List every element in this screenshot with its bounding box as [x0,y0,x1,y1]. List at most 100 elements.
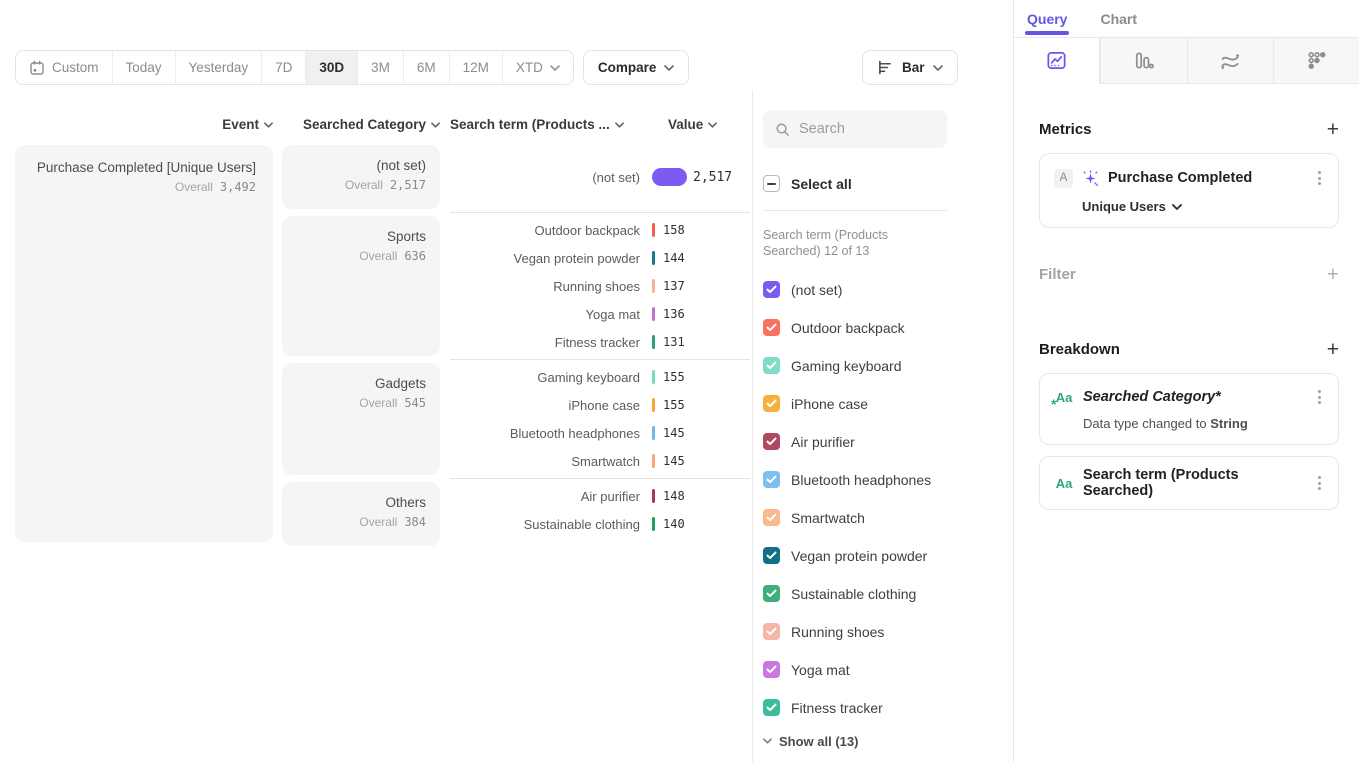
table-row[interactable]: Bluetooth headphones145 [450,419,750,447]
series-checkbox[interactable] [763,585,780,602]
column-header-value[interactable]: Value [668,117,717,132]
series-checkbox[interactable] [763,509,780,526]
series-item[interactable]: Smartwatch [763,499,1013,537]
compare-label: Compare [598,60,657,75]
series-item[interactable]: Air purifier [763,423,1013,461]
table-row[interactable]: Gaming keyboard155 [450,363,750,391]
column-header-label: Search term (Products ... [450,117,610,132]
column-header-event[interactable]: Event [15,117,273,132]
query-sidebar: Query Chart Metrics + A [1013,0,1359,762]
date-range-6m[interactable]: 6M [404,51,450,84]
overall-label: Overall [359,515,397,529]
tab-query[interactable]: Query [1027,0,1067,37]
term-label: Vegan protein powder [450,251,640,266]
date-range-12m[interactable]: 12M [450,51,503,84]
date-range-3m[interactable]: 3M [358,51,404,84]
chevron-down-icon [431,122,440,128]
report-tab-insights[interactable] [1014,38,1100,84]
date-range-30d[interactable]: 30D [306,51,358,84]
series-checkbox[interactable] [763,623,780,640]
select-all-row[interactable]: Select all [763,175,1013,192]
table-row[interactable]: Outdoor backpack158 [450,216,750,244]
table-row[interactable]: Yoga mat136 [450,300,750,328]
metrics-heading: Metrics [1039,121,1092,138]
series-item[interactable]: Fitness tracker [763,689,1013,727]
series-item[interactable]: Outdoor backpack [763,309,1013,347]
category-cell[interactable]: GadgetsOverall545 [282,363,440,475]
column-header-searched-category[interactable]: Searched Category [282,117,440,132]
value-text: 137 [663,279,685,293]
series-searchbox[interactable] [763,110,947,148]
column-header-search-term[interactable]: Search term (Products ... [450,117,640,132]
table-row[interactable]: Fitness tracker131 [450,328,750,356]
series-item[interactable]: Gaming keyboard [763,347,1013,385]
metric-event-name: Purchase Completed [1108,170,1306,186]
series-checkbox[interactable] [763,471,780,488]
table-row[interactable]: (not set)2,517 [450,145,750,209]
category-overall: Overall384 [296,515,426,529]
text-property-icon: Aa [1054,476,1074,491]
add-filter-button[interactable]: + [1327,264,1339,285]
series-item[interactable]: Bluetooth headphones [763,461,1013,499]
series-checkbox[interactable] [763,661,780,678]
series-item[interactable]: Sustainable clothing [763,575,1013,613]
kebab-menu-icon[interactable] [1315,168,1324,188]
overall-value: 636 [404,249,426,263]
series-item[interactable]: iPhone case [763,385,1013,423]
series-checkbox[interactable] [763,433,780,450]
chevron-down-icon [933,65,943,71]
show-all-toggle[interactable]: Show all (13) [763,734,1013,749]
chart-type-button[interactable]: Bar [862,50,958,85]
series-checkbox[interactable] [763,547,780,564]
category-cell[interactable]: (not set)Overall2,517 [282,145,440,209]
date-range-xtd[interactable]: XTD [503,51,573,84]
table-row[interactable]: Air purifier148 [450,482,750,510]
kebab-menu-icon[interactable] [1315,387,1324,407]
table-row[interactable]: Smartwatch145 [450,447,750,475]
breakdown-card-search-term[interactable]: Aa Search term (Products Searched) [1039,456,1339,510]
series-item[interactable]: Yoga mat [763,651,1013,689]
metric-card[interactable]: A Purchase Completed Uni [1039,153,1339,228]
series-label: iPhone case [791,396,868,412]
report-tab-flows[interactable] [1187,38,1273,83]
add-breakdown-button[interactable]: + [1327,339,1339,360]
kebab-menu-icon[interactable] [1315,473,1324,493]
series-checkbox[interactable] [763,357,780,374]
report-tab-funnels[interactable] [1100,38,1186,83]
category-cell[interactable]: SportsOverall636 [282,216,440,356]
metric-measure-dropdown[interactable]: Unique Users [1082,199,1324,214]
series-checkbox[interactable] [763,699,780,716]
term-label: iPhone case [450,398,640,413]
table-row[interactable]: Vegan protein powder144 [450,244,750,272]
compare-button[interactable]: Compare [583,50,690,85]
date-range-today[interactable]: Today [113,51,176,84]
select-all-checkbox[interactable] [763,175,780,192]
add-metric-button[interactable]: + [1327,119,1339,140]
calendar-icon [29,60,45,76]
breakdown-card-searched-category[interactable]: Aa Searched Category* Data type changed … [1039,373,1339,445]
breakdown-note: Data type changed to String [1083,416,1324,431]
series-checkbox[interactable] [763,319,780,336]
category-cell[interactable]: OthersOverall384 [282,482,440,546]
search-input[interactable] [799,121,929,137]
table-row[interactable]: iPhone case155 [450,391,750,419]
series-checkbox[interactable] [763,281,780,298]
table-row[interactable]: Running shoes137 [450,272,750,300]
tab-chart[interactable]: Chart [1100,0,1137,37]
series-checkbox[interactable] [763,395,780,412]
date-range-custom[interactable]: Custom [16,51,113,84]
term-label: Outdoor backpack [450,223,640,238]
chart-type-label: Bar [902,60,925,75]
date-range-yesterday[interactable]: Yesterday [176,51,263,84]
event-title: Purchase Completed [Unique Users] [32,160,256,175]
table-row[interactable]: Sustainable clothing140 [450,510,750,538]
report-tab-retention[interactable] [1273,38,1359,83]
date-range-label: 3M [371,60,390,75]
event-cell[interactable]: Purchase Completed [Unique Users] Overal… [15,145,273,542]
series-item[interactable]: Running shoes [763,613,1013,651]
series-item[interactable]: (not set) [763,271,1013,309]
series-item[interactable]: Vegan protein powder [763,537,1013,575]
date-range-7d[interactable]: 7D [262,51,306,84]
value-text: 2,517 [693,170,732,185]
chevron-down-icon [664,65,674,71]
